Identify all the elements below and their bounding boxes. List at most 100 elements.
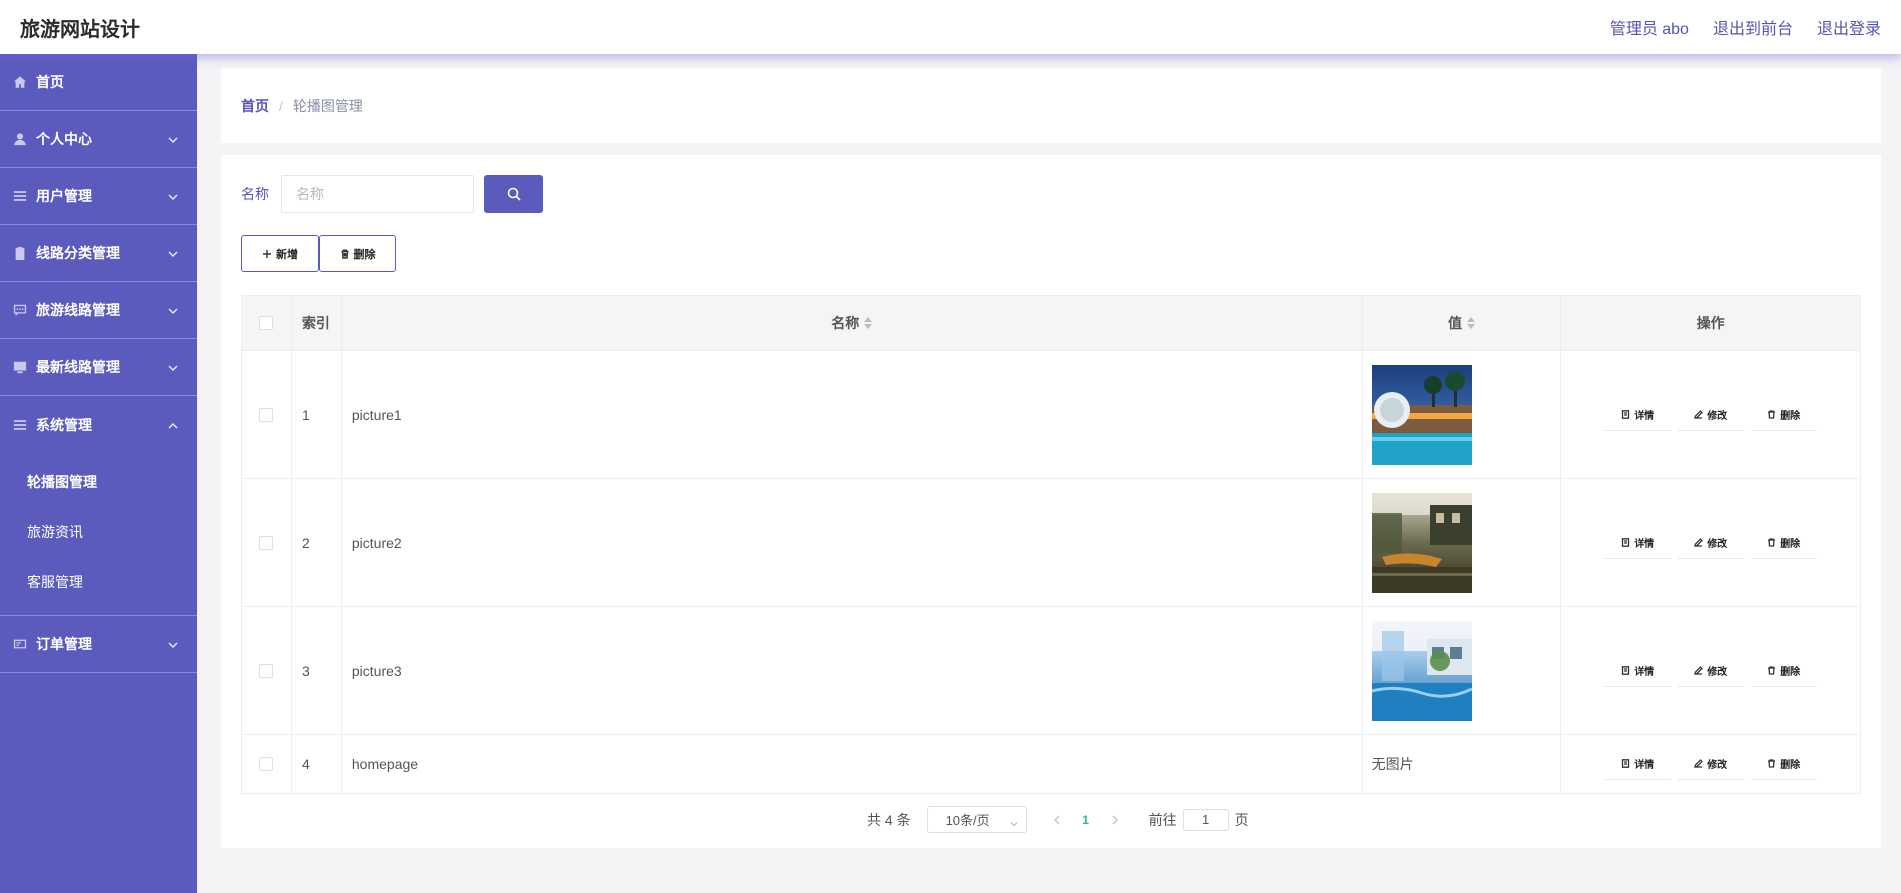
chat-icon xyxy=(12,302,28,318)
pagination: 共 4 条 10条/页 1 前往 页 xyxy=(867,806,1249,833)
monitor-icon xyxy=(12,359,28,375)
detail-button[interactable]: 详情 xyxy=(1604,527,1671,559)
pencil-icon xyxy=(1694,409,1704,419)
chevron-right-icon xyxy=(1112,815,1118,824)
carousel-thumbnail-blue-pool[interactable] xyxy=(1371,620,1472,721)
pencil-icon xyxy=(1694,665,1704,675)
sort-caret-icon[interactable] xyxy=(1467,317,1475,329)
edit-button[interactable]: 修改 xyxy=(1677,527,1744,559)
admin-user-link[interactable]: 管理员 abo xyxy=(1610,15,1689,39)
detail-button[interactable]: 详情 xyxy=(1604,399,1671,431)
carousel-thumbnail-water-town[interactable] xyxy=(1371,492,1472,593)
carousel-thumbnail-night-resort[interactable] xyxy=(1371,364,1472,465)
breadcrumb-current: 轮播图管理 xyxy=(292,97,363,114)
sidebar-item-system-management[interactable]: 系统管理 xyxy=(0,396,197,453)
trash-icon xyxy=(1768,665,1776,675)
delete-button[interactable]: 删除 xyxy=(1750,527,1817,559)
sidebar-item-user-management[interactable]: 用户管理 xyxy=(0,168,197,225)
row-checkbox[interactable] xyxy=(259,663,274,678)
pagination-total: 共 4 条 xyxy=(867,811,911,828)
plus-icon xyxy=(263,249,271,258)
search-bar: 名称 xyxy=(241,175,543,213)
page-jump: 前往 页 xyxy=(1148,808,1249,831)
document-icon xyxy=(1622,409,1630,419)
detail-button[interactable]: 详情 xyxy=(1604,655,1671,687)
sidebar-item-order-management[interactable]: 订单管理 xyxy=(0,616,197,673)
row-checkbox[interactable] xyxy=(259,535,274,550)
header-name[interactable]: 名称 xyxy=(342,296,1363,350)
edit-button-label: 修改 xyxy=(1707,760,1728,771)
delete-button-label: 删除 xyxy=(1780,410,1801,422)
sidebar-subitem-travel-news[interactable]: 旅游资讯 xyxy=(0,507,197,557)
row-index: 3 xyxy=(292,607,342,734)
search-label: 名称 xyxy=(241,186,269,202)
sidebar-subitem-customer-service[interactable]: 客服管理 xyxy=(0,557,197,607)
delete-button[interactable]: 删除 xyxy=(1750,399,1817,431)
edit-button[interactable]: 修改 xyxy=(1677,748,1744,780)
row-name: picture3 xyxy=(342,607,1363,734)
batch-delete-button[interactable]: 删除 xyxy=(319,235,396,272)
chevron-down-icon xyxy=(1010,816,1018,827)
next-page-button[interactable] xyxy=(1101,815,1129,825)
search-input[interactable] xyxy=(281,175,474,213)
row-value-text: 无图片 xyxy=(1363,735,1562,793)
row-checkbox-cell xyxy=(242,479,292,606)
detail-button-label: 详情 xyxy=(1634,666,1655,678)
detail-button[interactable]: 详情 xyxy=(1604,748,1671,780)
sidebar-item-label: 订单管理 xyxy=(36,636,92,652)
page-size-select[interactable]: 10条/页 xyxy=(926,806,1027,833)
header-value[interactable]: 值 xyxy=(1363,296,1562,350)
page-size-value: 10条/页 xyxy=(945,813,990,828)
row-index: 4 xyxy=(292,735,342,793)
delete-button-label: 删除 xyxy=(1780,666,1801,678)
row-checkbox-cell xyxy=(242,735,292,793)
sidebar-subitem-carousel[interactable]: 轮播图管理 xyxy=(0,457,197,507)
detail-button-label: 详情 xyxy=(1634,538,1655,550)
delete-button[interactable]: 删除 xyxy=(1750,748,1817,780)
row-checkbox[interactable] xyxy=(259,407,274,422)
edit-button[interactable]: 修改 xyxy=(1677,655,1744,687)
page-jump-input[interactable] xyxy=(1182,808,1229,831)
sidebar-item-home[interactable]: 首页 xyxy=(0,54,197,111)
page-number[interactable]: 1 xyxy=(1071,813,1101,827)
row-checkbox-cell xyxy=(242,607,292,734)
add-button[interactable]: 新增 xyxy=(241,235,319,272)
sidebar-item-route-category[interactable]: 线路分类管理 xyxy=(0,225,197,282)
logout-link[interactable]: 退出登录 xyxy=(1817,15,1881,39)
chevron-down-icon xyxy=(167,304,179,316)
header-links: 管理员 abo 退出到前台 退出登录 xyxy=(1610,15,1881,39)
sort-caret-icon[interactable] xyxy=(864,317,873,329)
sidebar-item-latest-routes[interactable]: 最新线路管理 xyxy=(0,339,197,396)
sidebar-item-personal-center[interactable]: 个人中心 xyxy=(0,111,197,168)
chevron-up-icon xyxy=(167,419,179,431)
header-checkbox-cell xyxy=(242,296,292,350)
header-index: 索引 xyxy=(292,296,342,350)
row-operations: 详情 修改 删除 xyxy=(1561,735,1860,793)
edit-button[interactable]: 修改 xyxy=(1677,399,1744,431)
sidebar-item-label: 用户管理 xyxy=(36,188,92,204)
delete-button[interactable]: 删除 xyxy=(1750,655,1817,687)
chevron-down-icon xyxy=(167,361,179,373)
sidebar-item-travel-routes[interactable]: 旅游线路管理 xyxy=(0,282,197,339)
search-button[interactable] xyxy=(484,175,543,213)
search-icon xyxy=(507,187,521,201)
table-row: 2 picture2 详情 修改 删除 xyxy=(242,479,1860,607)
data-table: 索引 名称 值 操作 1 picture1 详情 修改 删除 2 picture… xyxy=(241,295,1861,794)
add-button-label: 新增 xyxy=(276,248,298,261)
page-jump-prefix: 前往 xyxy=(1148,811,1177,828)
system-submenu: 轮播图管理 旅游资讯 客服管理 xyxy=(0,453,197,616)
sidebar-item-label: 个人中心 xyxy=(36,131,92,147)
row-index: 1 xyxy=(292,351,342,478)
row-checkbox[interactable] xyxy=(259,757,274,771)
card-icon xyxy=(12,636,28,652)
breadcrumb-home[interactable]: 首页 xyxy=(241,96,269,116)
document-icon xyxy=(1622,759,1630,768)
table-row: 1 picture1 详情 修改 删除 xyxy=(242,351,1860,479)
sidebar-item-label: 旅游线路管理 xyxy=(36,302,120,318)
select-all-checkbox[interactable] xyxy=(259,316,274,330)
prev-page-button[interactable] xyxy=(1043,815,1071,825)
exit-to-frontend-link[interactable]: 退出到前台 xyxy=(1713,15,1793,39)
row-name: picture1 xyxy=(342,351,1363,478)
list-icon xyxy=(12,188,28,204)
header-operations: 操作 xyxy=(1696,315,1725,331)
